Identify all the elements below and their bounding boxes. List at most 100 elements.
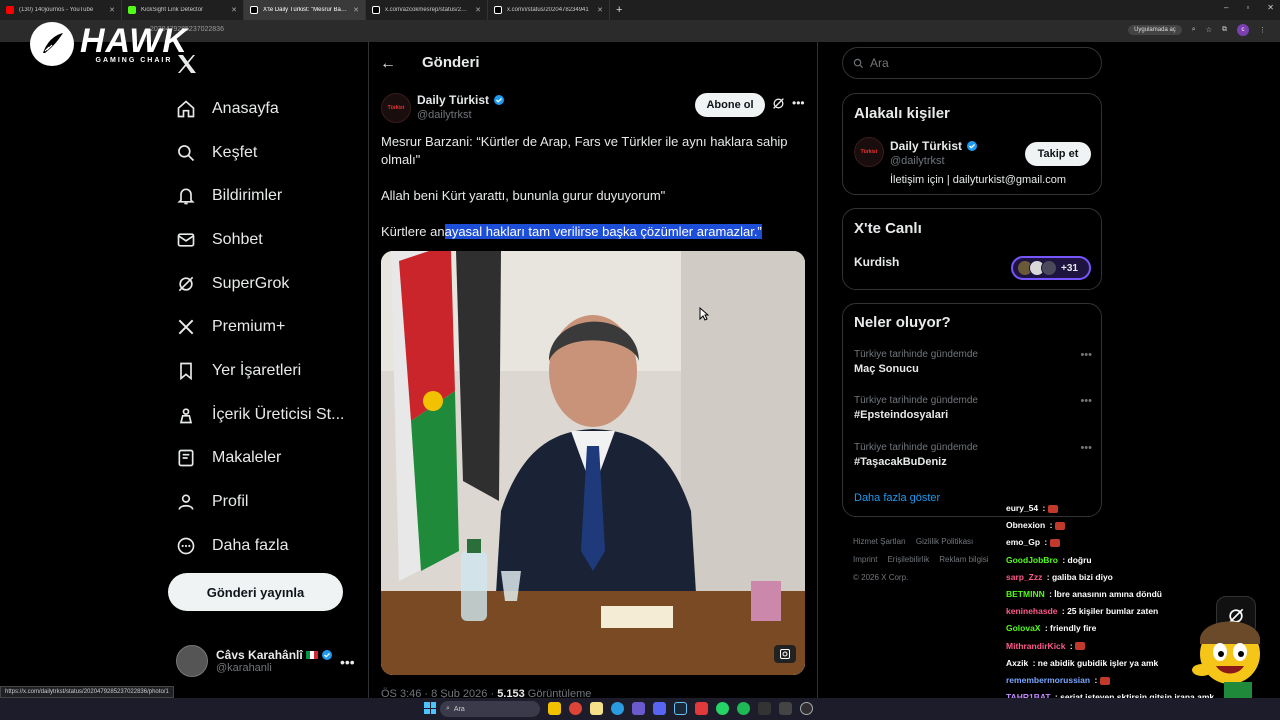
related-name[interactable]: Daily Türkist <box>890 139 962 153</box>
search-input[interactable]: Ara <box>870 56 889 70</box>
author-name[interactable]: Daily Türkist <box>417 93 489 107</box>
tab-3[interactable]: x.com/azcokmesrep/status/2020 ✕ <box>366 0 488 20</box>
post-photo[interactable] <box>381 251 805 675</box>
nav-item-creator-studio[interactable]: İçerik Üreticisi St... <box>176 393 344 437</box>
footer-link[interactable]: Reklam bilgisi <box>939 555 988 564</box>
live-topic[interactable]: Kurdish <box>854 255 899 269</box>
address-bar[interactable]: 2020479285237022836 Uygulamada aç ⌕ ☆ ⧉ … <box>0 20 1280 42</box>
minimize-icon[interactable]: – <box>1224 3 1228 12</box>
menu-icon[interactable]: ⋮ <box>1259 26 1266 34</box>
star-icon[interactable]: ☆ <box>1206 26 1212 34</box>
chat-username[interactable]: Axzik <box>1006 658 1028 668</box>
notes-icon[interactable] <box>590 702 603 715</box>
verified-badge-icon <box>494 95 505 105</box>
chat-username[interactable]: GolovaX <box>1006 623 1040 633</box>
app-icon[interactable] <box>779 702 792 715</box>
nav-label: Profil <box>212 493 249 511</box>
emote-icon <box>1099 676 1110 685</box>
chat-username[interactable]: GoodJobBro <box>1006 555 1058 565</box>
new-tab-icon[interactable]: + <box>610 4 628 16</box>
chat-username[interactable]: emo_Gp <box>1006 537 1040 547</box>
chat-username[interactable]: eury_54 <box>1006 503 1038 513</box>
related-handle[interactable]: @dailytrkst <box>890 155 945 167</box>
taskbar-search-input[interactable]: Ara <box>454 706 465 713</box>
footer-link[interactable]: Gizlilik Politikası <box>916 537 973 546</box>
more-options-icon[interactable]: ••• <box>1080 349 1092 361</box>
more-options-icon[interactable]: ••• <box>1080 395 1092 407</box>
back-arrow-icon[interactable]: ← <box>380 55 396 73</box>
follow-button[interactable]: Takip et <box>1025 142 1091 166</box>
trend-context: Türkiye tarihinde gündemde <box>854 442 978 453</box>
steam-icon[interactable] <box>674 702 687 715</box>
post-button[interactable]: Gönderi yayınla <box>168 573 343 611</box>
footer-link[interactable]: Hizmet Şartları <box>853 537 906 546</box>
more-options-icon[interactable]: ••• <box>1080 442 1092 454</box>
chat-username[interactable]: Obnexion <box>1006 520 1045 530</box>
app-icon[interactable] <box>695 702 708 715</box>
nav-item-home[interactable]: Anasayfa <box>176 87 344 131</box>
chat-username[interactable]: BETMINN <box>1006 589 1045 599</box>
tab-4[interactable]: x.com/i/status/2020478234941 ✕ <box>488 0 610 20</box>
card-title: Alakalı kişiler <box>854 105 950 122</box>
tab-2[interactable]: X'te Daily Türkist: "Mesrur Barzani" ✕ <box>244 0 366 20</box>
search-box[interactable]: Ara <box>842 47 1102 79</box>
profile-avatar[interactable]: c <box>1237 24 1249 36</box>
extensions-icon[interactable]: ⧉ <box>1222 26 1227 34</box>
nav-item-articles[interactable]: Makaleler <box>176 437 344 481</box>
related-bio: İletişim için | dailyturkist@gmail.com <box>890 174 1067 186</box>
close-tab-icon[interactable]: ✕ <box>231 6 237 14</box>
edge-icon[interactable] <box>611 702 624 715</box>
app-icon[interactable] <box>758 702 771 715</box>
subscribe-button[interactable]: Abone ol <box>695 93 765 117</box>
trend-item[interactable]: Türkiye tarihinde gündemde #Epsteindosya… <box>854 395 1094 421</box>
taskbar-search[interactable]: ⌕ Ara <box>440 701 540 717</box>
trend-item[interactable]: Türkiye tarihinde gündemde #TaşacakBuDen… <box>854 442 1094 468</box>
nav-item-profile[interactable]: Profil <box>176 480 344 524</box>
grok-icon[interactable] <box>772 97 785 110</box>
obs-icon[interactable] <box>800 702 813 715</box>
nav-item-more[interactable]: Daha fazla <box>176 524 344 568</box>
folder-icon[interactable] <box>548 702 561 715</box>
nav-item-supergrok[interactable]: SuperGrok <box>176 262 344 306</box>
nav-item-premium[interactable]: Premium+ <box>176 305 344 349</box>
close-tab-icon[interactable]: ✕ <box>353 6 359 14</box>
chrome-icon[interactable] <box>569 702 582 715</box>
live-listeners[interactable]: +31 <box>1011 256 1091 280</box>
avatar[interactable]: Türkist <box>854 137 884 167</box>
trend-item[interactable]: Türkiye tarihinde gündemde Maç Sonucu ••… <box>854 349 1094 375</box>
close-tab-icon[interactable]: ✕ <box>109 6 115 14</box>
whatsapp-icon[interactable] <box>716 702 729 715</box>
windows-start-icon[interactable] <box>424 702 436 714</box>
author-handle[interactable]: @dailytrkst <box>417 109 472 121</box>
footer-link[interactable]: Imprint <box>853 555 877 564</box>
x-logo-icon[interactable] <box>175 52 199 81</box>
nav-item-chat[interactable]: Sohbet <box>176 218 344 262</box>
account-more-icon[interactable]: ••• <box>340 654 355 670</box>
grok-image-icon[interactable] <box>774 645 796 663</box>
zoom-icon[interactable]: ⌕ <box>1192 26 1196 34</box>
close-tab-icon[interactable]: ✕ <box>597 6 603 14</box>
chat-username[interactable]: remembermorussian <box>1006 675 1090 685</box>
app-icon[interactable] <box>632 702 645 715</box>
discord-icon[interactable] <box>653 702 666 715</box>
open-in-app-button[interactable]: Uygulamada aç <box>1128 25 1182 35</box>
nav-item-bookmarks[interactable]: Yer İşaretleri <box>176 349 344 393</box>
footer-link[interactable]: Erişilebilirlik <box>887 555 929 564</box>
account-switcher[interactable]: Câvs Karahânlî @karahanli <box>176 645 333 677</box>
tab-0[interactable]: (130) 140journos - YouTube ✕ <box>0 0 122 20</box>
maximize-icon[interactable]: ▫ <box>1246 3 1249 12</box>
show-more-link[interactable]: Daha fazla göster <box>854 492 940 504</box>
author-avatar[interactable]: Türkist <box>381 93 411 123</box>
close-tab-icon[interactable]: ✕ <box>475 6 481 14</box>
divider <box>368 42 369 702</box>
nav-label: Bildirimler <box>212 187 283 205</box>
close-window-icon[interactable]: ✕ <box>1267 3 1274 12</box>
nav-item-notifications[interactable]: Bildirimler <box>176 174 344 218</box>
chat-username[interactable]: sarp_Zzz <box>1006 572 1042 582</box>
chat-username[interactable]: MithrandirKick <box>1006 641 1066 651</box>
more-options-icon[interactable]: ••• <box>792 96 805 110</box>
tab-1[interactable]: KickSight Link Detector ✕ <box>122 0 244 20</box>
chat-username[interactable]: keninehasde <box>1006 606 1058 616</box>
spotify-icon[interactable] <box>737 702 750 715</box>
nav-item-explore[interactable]: Keşfet <box>176 131 344 175</box>
